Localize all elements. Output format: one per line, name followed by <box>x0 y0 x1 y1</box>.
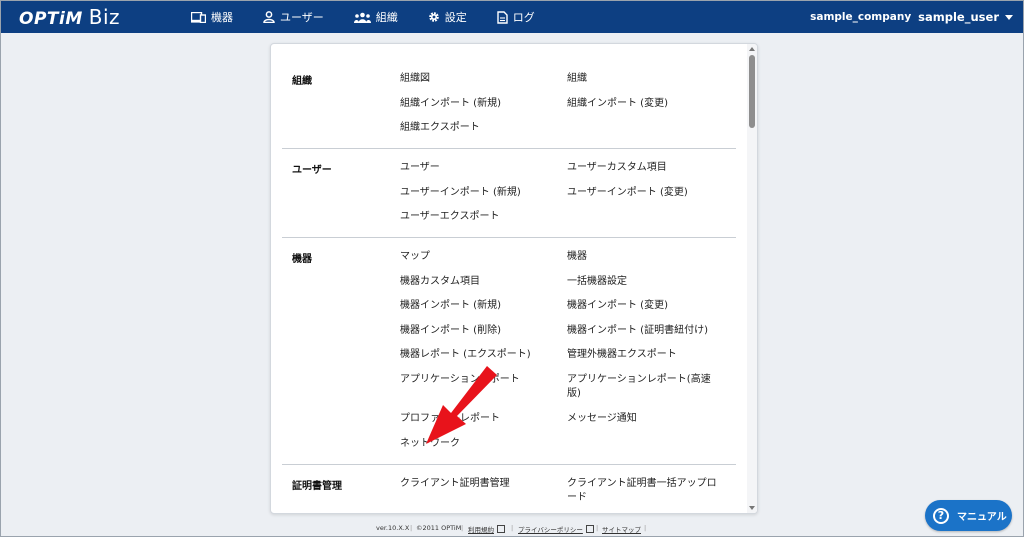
organization-icon <box>353 12 371 23</box>
user-name: sample_user <box>918 10 999 24</box>
logo-main: OPTiM <box>19 9 83 29</box>
link-user-export[interactable]: ユーザーエクスポート <box>400 210 500 224</box>
version-text: ver.10.X.X <box>376 524 410 532</box>
manual-label: マニュアル <box>957 512 1007 523</box>
menu-panel: 組織 組織図 組織 組織インポート (新規) 組織インポート (変更) 組織エク… <box>270 43 758 514</box>
account-menu[interactable]: sample_company sample_user <box>810 1 1013 33</box>
link-device-report-export[interactable]: 機器レポート (エクスポート) <box>400 348 531 362</box>
chevron-down-icon <box>1005 14 1013 20</box>
document-icon <box>497 10 508 24</box>
optim-biz-logo[interactable]: OPTiM Biz <box>19 5 120 29</box>
footer-separator: | <box>461 524 464 532</box>
sitemap-link[interactable]: サイトマップ <box>602 524 641 534</box>
privacy-label: プライバシーポリシー <box>518 526 583 534</box>
main-nav: 機器 ユーザー 組織 設定 ログ <box>191 1 565 33</box>
nav-organization-label: 組織 <box>375 11 398 24</box>
terms-label: 利用規約 <box>468 526 494 534</box>
link-devices[interactable]: 機器 <box>567 250 587 264</box>
logo-sub: Biz <box>88 5 121 29</box>
scroll-down-icon[interactable] <box>749 506 755 510</box>
section-title: 証明書管理 <box>292 481 342 492</box>
section-title: 組織 <box>292 76 312 87</box>
nav-devices-label: 機器 <box>211 11 233 24</box>
device-icon <box>191 11 206 23</box>
footer: ver.10.X.X | ©2011 OPTiM | 利用規約 | プライバシー… <box>1 524 1023 536</box>
copyright-text: ©2011 OPTiM <box>416 524 462 532</box>
section-title: ユーザー <box>292 165 332 176</box>
footer-separator: | <box>596 524 599 532</box>
link-message-notification[interactable]: メッセージ通知 <box>567 412 637 426</box>
external-link-icon <box>497 525 505 533</box>
footer-separator: | <box>511 524 514 532</box>
link-client-cert-bulk-upload[interactable]: クライアント証明書一括アップロード <box>567 477 717 505</box>
divider <box>282 464 736 465</box>
link-unmanaged-device-export[interactable]: 管理外機器エクスポート <box>567 348 677 362</box>
link-user-import-update[interactable]: ユーザーインポート (変更) <box>567 186 688 200</box>
nav-users[interactable]: ユーザー <box>263 9 324 25</box>
top-header: OPTiM Biz 機器 ユーザー 組織 設定 ログ sample_compan… <box>1 1 1023 33</box>
link-client-cert-management[interactable]: クライアント証明書管理 <box>400 477 510 491</box>
red-arrow-icon <box>426 366 497 444</box>
gear-icon <box>428 12 439 22</box>
question-icon: ? <box>933 507 949 524</box>
footer-separator: | <box>410 524 413 532</box>
user-icon <box>263 11 275 23</box>
nav-logs-label: ログ <box>512 11 535 24</box>
link-org-chart[interactable]: 組織図 <box>400 72 430 86</box>
nav-logs[interactable]: ログ <box>497 9 535 25</box>
link-map[interactable]: マップ <box>400 250 430 264</box>
terms-link[interactable]: 利用規約 <box>468 524 505 534</box>
nav-devices[interactable]: 機器 <box>191 9 233 25</box>
link-organization[interactable]: 組織 <box>567 72 587 86</box>
manual-button[interactable]: ? マニュアル <box>925 500 1012 531</box>
scrollbar[interactable] <box>747 44 757 513</box>
external-link-icon <box>585 525 594 533</box>
link-device-import-delete[interactable]: 機器インポート (削除) <box>400 324 501 338</box>
scrollbar-thumb[interactable] <box>749 55 755 128</box>
link-org-import-new[interactable]: 組織インポート (新規) <box>400 97 501 111</box>
divider <box>282 237 736 238</box>
link-bulk-device-settings[interactable]: 一括機器設定 <box>567 275 627 289</box>
privacy-link[interactable]: プライバシーポリシー <box>518 524 594 534</box>
link-org-import-update[interactable]: 組織インポート (変更) <box>567 97 668 111</box>
nav-settings-label: 設定 <box>444 11 467 24</box>
footer-separator: | <box>644 524 647 532</box>
nav-organization[interactable]: 組織 <box>353 9 398 25</box>
link-device-import-new[interactable]: 機器インポート (新規) <box>400 299 501 313</box>
scroll-up-icon[interactable] <box>749 47 755 51</box>
link-user-custom-fields[interactable]: ユーザーカスタム項目 <box>567 161 667 175</box>
link-device-custom-fields[interactable]: 機器カスタム項目 <box>400 275 480 289</box>
link-org-export[interactable]: 組織エクスポート <box>400 121 480 135</box>
divider <box>282 148 736 149</box>
link-application-report-fast[interactable]: アプリケーションレポート(高速版) <box>567 373 717 401</box>
nav-users-label: ユーザー <box>280 11 324 24</box>
link-device-import-update[interactable]: 機器インポート (変更) <box>567 299 668 313</box>
nav-settings[interactable]: 設定 <box>428 9 467 25</box>
company-name: sample_company <box>810 11 912 23</box>
link-users[interactable]: ユーザー <box>400 161 440 175</box>
link-device-import-cert[interactable]: 機器インポート (証明書紐付け) <box>567 324 708 338</box>
link-user-import-new[interactable]: ユーザーインポート (新規) <box>400 186 521 200</box>
section-title: 機器 <box>292 254 312 265</box>
